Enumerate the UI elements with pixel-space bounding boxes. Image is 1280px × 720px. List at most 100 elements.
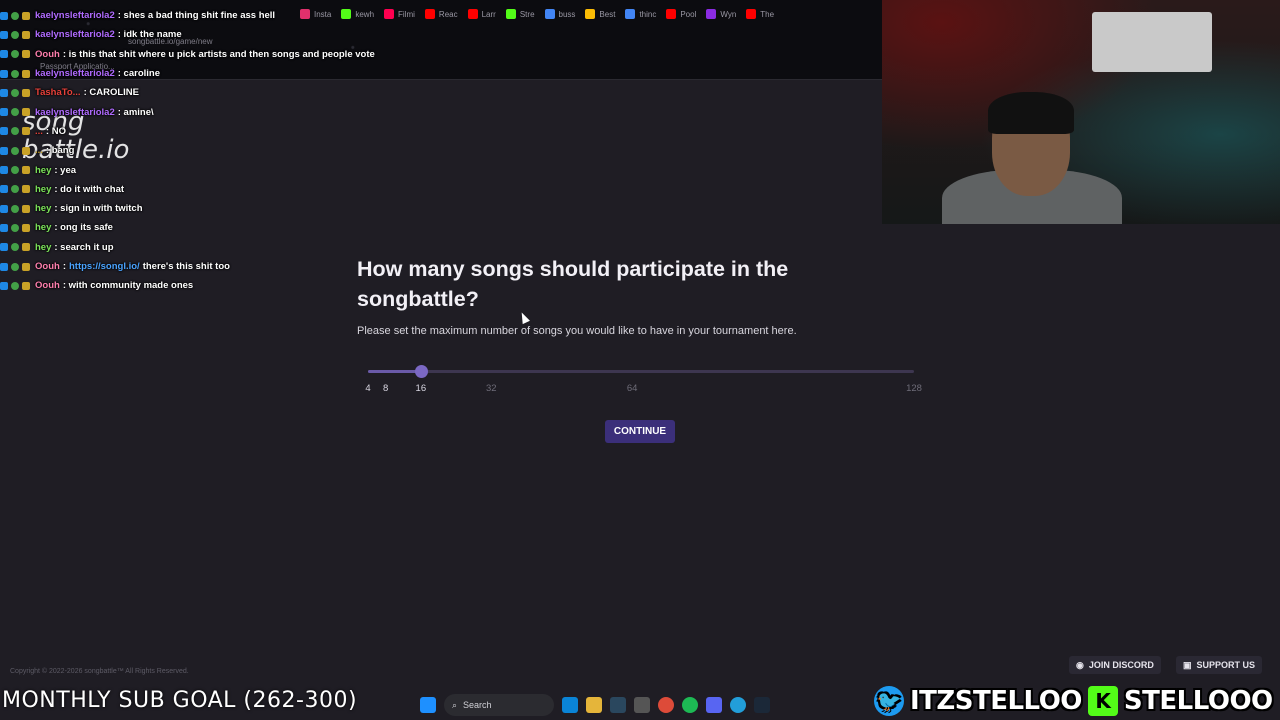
chat-badge-icon	[11, 243, 19, 252]
obs-icon[interactable]	[634, 697, 650, 713]
chat-badge-icon	[0, 243, 8, 252]
chat-message: kaelynsleftariola2: shes a bad thing shi…	[0, 6, 470, 25]
kick-icon: K	[1087, 686, 1118, 716]
chat-text: : CAROLINE	[83, 87, 139, 99]
support-us-button[interactable]: ▣ SUPPORT US	[1176, 656, 1263, 674]
chat-username: hey	[35, 183, 52, 195]
chat-badge-icon	[22, 243, 30, 252]
chat-message: ...: bang	[0, 141, 470, 160]
bookmark-label: Best	[599, 9, 616, 19]
bookmark-favicon-icon	[706, 9, 717, 19]
chat-badge-icon	[11, 88, 19, 97]
chat-message: kaelynsleftariola2: amine\	[0, 102, 470, 121]
slider-tick-label[interactable]: 4	[365, 383, 370, 394]
chat-badge-icon	[22, 262, 30, 271]
edge-icon[interactable]	[562, 697, 578, 713]
chat-text: : caroline	[117, 68, 160, 80]
bookmark-item[interactable]: Stre	[505, 9, 535, 19]
slider-thumb[interactable]	[414, 365, 428, 378]
chat-message: hey: yea	[0, 160, 470, 179]
chat-badge-icon	[0, 50, 8, 59]
discord-taskbar-icon[interactable]	[706, 697, 722, 713]
chat-text: : idk the name	[117, 29, 182, 41]
chat-badge-icon	[0, 185, 8, 194]
bookmark-label: thinc	[639, 9, 657, 19]
chat-text: : yea	[54, 164, 77, 176]
chat-text: : ong its safe	[54, 222, 113, 234]
steam-alt-icon[interactable]	[754, 697, 770, 713]
chat-text: :	[62, 261, 66, 272]
chat-link[interactable]: https://songl.io/	[69, 261, 140, 272]
chat-badge-icon	[22, 50, 30, 59]
chat-badge-icon	[0, 127, 8, 136]
chat-username: Oouh	[35, 280, 60, 292]
bookmark-label: Larr	[481, 9, 496, 19]
taskbar-search-label: Search	[463, 700, 492, 710]
slider-tick-label[interactable]: 8	[383, 383, 388, 394]
spotify-icon[interactable]	[682, 697, 698, 713]
chat-badge-icon	[0, 88, 8, 97]
kick-handle: STELLOOO	[1123, 686, 1273, 716]
slider-fill	[368, 370, 421, 373]
chat-badge-icon	[0, 204, 8, 213]
slider-tick-label[interactable]: 32	[486, 383, 497, 394]
file-explorer-icon[interactable]	[586, 697, 602, 713]
chat-badge-icon	[22, 223, 30, 232]
telegram-icon[interactable]	[730, 697, 746, 713]
bookmark-label: The	[760, 9, 775, 19]
chat-badge-icon	[0, 30, 8, 39]
page-hint: Please set the maximum number of songs y…	[357, 325, 797, 337]
chat-badge-icon	[11, 185, 19, 194]
chat-username: ...	[35, 145, 43, 157]
chat-badge-icon	[0, 223, 8, 232]
bookmark-item[interactable]: buss	[544, 9, 575, 19]
chat-username: kaelynsleftariola2	[35, 68, 115, 80]
chat-badge-icon	[22, 30, 30, 39]
bookmark-item[interactable]: The	[746, 9, 774, 19]
bookmark-label: Wyn	[720, 9, 737, 19]
slider-tick-label[interactable]: 64	[627, 383, 638, 394]
windows-start-icon[interactable]	[420, 697, 436, 713]
chat-text: : with community made ones	[62, 280, 194, 292]
chat-message: hey: ong its safe	[0, 218, 470, 237]
chat-message: hey: sign in with twitch	[0, 199, 470, 218]
chat-message: Oouh: is this that shit where u pick art…	[0, 45, 470, 64]
bookmark-item[interactable]: Larr	[467, 9, 496, 19]
discord-icon: ◉	[1076, 659, 1084, 670]
bookmark-favicon-icon	[585, 9, 596, 19]
chat-badge-icon	[11, 127, 19, 136]
song-count-slider[interactable]	[368, 365, 914, 378]
chat-badge-icon	[22, 146, 30, 155]
chat-badge-icon	[11, 69, 19, 78]
taskbar-search[interactable]: ⌕ Search	[444, 694, 554, 716]
chat-badge-icon	[0, 108, 8, 117]
chat-text: : amine\	[117, 106, 154, 118]
twitter-handle: ITZSTELLOO	[910, 686, 1082, 716]
chat-text-after: there's this shit too	[142, 261, 230, 272]
chat-text: : is this that shit where u pick artists…	[62, 48, 375, 60]
chrome-icon[interactable]	[658, 697, 674, 713]
bookmark-item[interactable]: thinc	[625, 9, 656, 19]
chat-badge-icon	[0, 11, 8, 20]
chat-username: ...	[35, 125, 43, 137]
chat-username: hey	[35, 203, 52, 215]
steam-icon[interactable]	[610, 697, 626, 713]
stream-chat-overlay: kaelynsleftariola2: shes a bad thing shi…	[0, 6, 470, 295]
chat-badge-icon	[0, 146, 8, 155]
chat-badge-icon	[22, 281, 30, 290]
bookmark-item[interactable]: Wyn	[706, 9, 736, 19]
slider-tick-label[interactable]: 16	[416, 383, 427, 394]
join-discord-button[interactable]: ◉ JOIN DISCORD	[1069, 656, 1161, 674]
chat-text: : search it up	[54, 241, 114, 253]
bookmark-favicon-icon	[505, 9, 516, 19]
chat-username: kaelynsleftariola2	[35, 106, 115, 118]
chat-username: kaelynsleftariola2	[35, 29, 115, 41]
chat-text: : bang	[45, 145, 75, 157]
support-us-label: SUPPORT US	[1196, 660, 1256, 670]
slider-tick-label[interactable]: 128	[906, 383, 922, 394]
bookmark-item[interactable]: Pool	[666, 9, 696, 19]
bookmark-item[interactable]: Best	[585, 9, 615, 19]
continue-button[interactable]: CONTINUE	[605, 420, 675, 443]
streamer-beanie	[988, 92, 1074, 134]
chat-badge-icon	[11, 281, 19, 290]
